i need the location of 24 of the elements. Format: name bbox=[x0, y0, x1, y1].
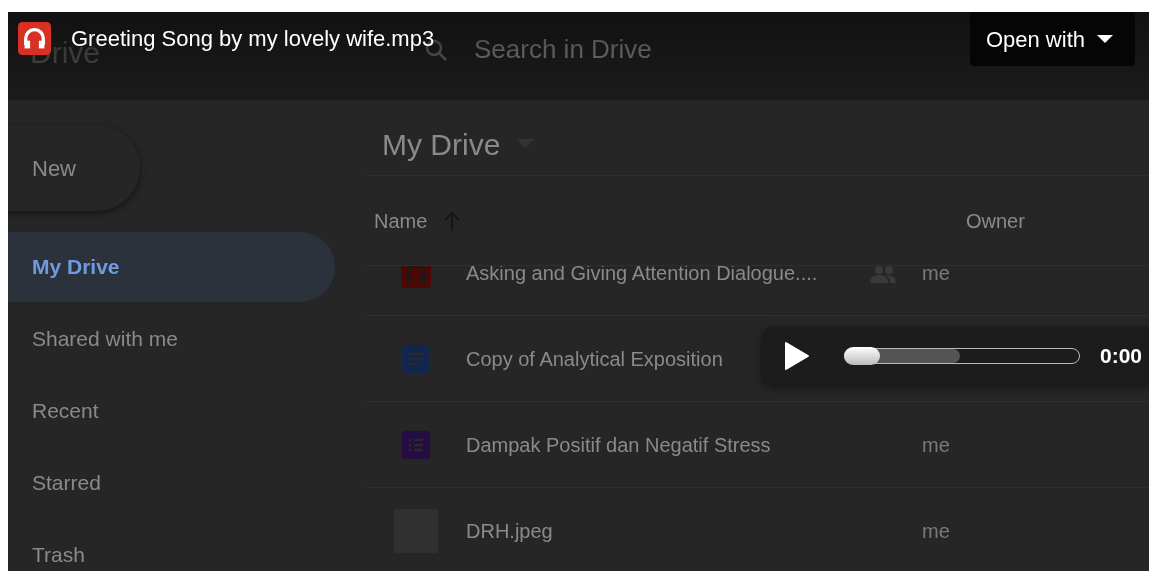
slider-thumb[interactable] bbox=[844, 346, 880, 365]
file-name[interactable]: DRH.jpeg bbox=[466, 519, 553, 542]
column-header[interactable]: Name bbox=[374, 205, 428, 236]
owner-cell-text: me bbox=[922, 518, 950, 544]
file-name[interactable]: Copy of Analytical Exposition bbox=[466, 347, 723, 370]
owner-cell-text: me bbox=[922, 266, 950, 286]
owner-cell-text: me bbox=[922, 432, 950, 458]
search-field[interactable]: Search in Drive bbox=[474, 30, 652, 69]
sidebar-item[interactable]: Recent bbox=[8, 376, 335, 446]
sidebar-item[interactable]: My Drive bbox=[8, 232, 335, 302]
column-header[interactable]: Owner bbox=[966, 205, 1025, 236]
form-icon bbox=[402, 430, 430, 459]
sidebar-item[interactable]: Trash bbox=[8, 520, 335, 571]
headphones-icon bbox=[401, 266, 431, 288]
document-icon bbox=[402, 344, 430, 373]
caret-icon bbox=[1097, 35, 1113, 43]
play-icon[interactable] bbox=[784, 340, 810, 371]
open-with-button[interactable]: Open with bbox=[969, 12, 1135, 66]
sidebar-item[interactable]: Shared with me bbox=[8, 304, 335, 374]
sidebar-item[interactable]: Starred bbox=[8, 448, 335, 518]
breadcrumb-title[interactable]: My Drive bbox=[382, 122, 501, 167]
new-button[interactable]: New bbox=[8, 125, 140, 211]
file-name[interactable]: Dampak Positif dan Negatif Stress bbox=[466, 433, 771, 456]
time-display: 0:00 bbox=[1100, 342, 1143, 369]
